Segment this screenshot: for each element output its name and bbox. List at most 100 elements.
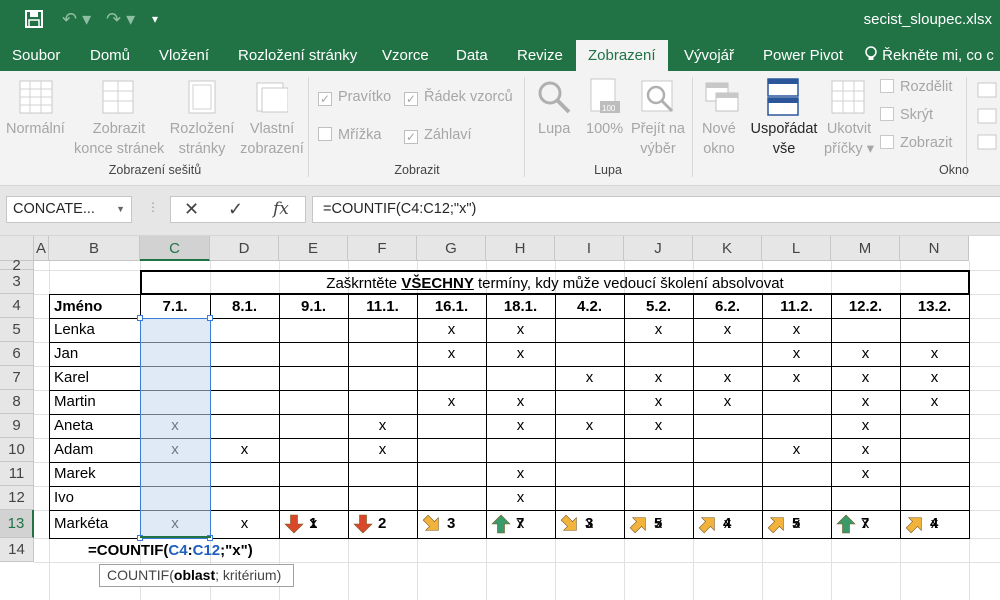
zoom-to-selection-button[interactable]: Přejít na výběr bbox=[626, 119, 690, 159]
mark-cell[interactable] bbox=[348, 366, 418, 391]
mark-cell[interactable]: x bbox=[210, 510, 280, 539]
mark-cell[interactable]: x bbox=[762, 366, 832, 391]
normal-view-button[interactable]: Normální bbox=[6, 119, 65, 139]
person-name[interactable]: Marek bbox=[49, 462, 141, 487]
mark-cell[interactable] bbox=[417, 414, 487, 439]
mark-cell[interactable] bbox=[900, 438, 970, 463]
mark-cell[interactable] bbox=[210, 390, 280, 415]
row-header-2[interactable]: 2 bbox=[0, 258, 34, 273]
column-header-k[interactable]: K bbox=[693, 236, 762, 261]
undo-icon[interactable]: ↶ ▾ bbox=[62, 9, 91, 30]
mark-cell[interactable] bbox=[279, 390, 349, 415]
header-date[interactable]: 5.2. bbox=[624, 294, 694, 319]
arrange-all-button[interactable]: Uspořádat vše bbox=[746, 119, 822, 159]
column-header-l[interactable]: L bbox=[762, 236, 831, 261]
column-header-m[interactable]: M bbox=[831, 236, 900, 261]
customize-qat-icon[interactable]: ▾ bbox=[152, 12, 158, 26]
mark-cell[interactable] bbox=[210, 486, 280, 511]
mark-cell[interactable] bbox=[762, 390, 832, 415]
mark-cell[interactable]: x bbox=[555, 366, 625, 391]
person-name[interactable]: Martin bbox=[49, 390, 141, 415]
column-header-n[interactable]: N bbox=[900, 236, 969, 261]
row-header-4[interactable]: 4 bbox=[0, 294, 34, 318]
editing-cell-formula[interactable]: =COUNTIF(C4:C12;"x") bbox=[88, 542, 253, 559]
person-name[interactable]: Ivo bbox=[49, 486, 141, 511]
mark-cell[interactable]: x bbox=[831, 366, 901, 391]
enter-icon[interactable]: ✓ bbox=[228, 199, 243, 220]
person-name[interactable]: Jan bbox=[49, 342, 141, 367]
mark-cell[interactable] bbox=[693, 462, 763, 487]
tooltip-active-arg[interactable]: oblast bbox=[174, 567, 215, 583]
header-date[interactable]: 9.1. bbox=[279, 294, 349, 319]
mark-cell[interactable]: x bbox=[417, 318, 487, 343]
mark-cell[interactable] bbox=[762, 486, 832, 511]
mark-cell[interactable]: x bbox=[624, 318, 694, 343]
mark-cell[interactable]: x bbox=[486, 414, 556, 439]
zoom-100-button[interactable]: 100% bbox=[586, 119, 623, 139]
mark-cell[interactable]: x bbox=[831, 390, 901, 415]
mark-cell[interactable]: x bbox=[486, 486, 556, 511]
mark-cell[interactable] bbox=[762, 462, 832, 487]
column-header-a[interactable]: A bbox=[34, 236, 49, 261]
unhide-button[interactable]: Zobrazit bbox=[880, 135, 952, 151]
header-date[interactable]: 11.2. bbox=[762, 294, 832, 319]
person-name[interactable]: Karel bbox=[49, 366, 141, 391]
header-date[interactable]: 11.1. bbox=[348, 294, 418, 319]
chevron-down-icon[interactable]: ▼ bbox=[116, 197, 125, 222]
mark-cell[interactable] bbox=[417, 438, 487, 463]
mark-cell[interactable] bbox=[555, 342, 625, 367]
tab-vyvojar[interactable]: Vývojář bbox=[672, 40, 746, 71]
mark-cell[interactable]: x bbox=[417, 390, 487, 415]
row-header-9[interactable]: 9 bbox=[0, 414, 34, 438]
custom-views-button[interactable]: Vlastní zobrazení bbox=[238, 119, 306, 159]
zoom-button[interactable]: Lupa bbox=[538, 119, 570, 139]
row-header-3[interactable]: 3 bbox=[0, 270, 34, 294]
selection-handle[interactable] bbox=[207, 315, 213, 321]
mark-cell[interactable] bbox=[279, 462, 349, 487]
row-header-14[interactable]: 14 bbox=[0, 538, 34, 562]
tab-vzorce[interactable]: Vzorce bbox=[370, 40, 441, 71]
mark-cell[interactable]: x bbox=[693, 366, 763, 391]
mark-cell[interactable] bbox=[900, 414, 970, 439]
mark-cell[interactable] bbox=[555, 462, 625, 487]
column-header-c[interactable]: C bbox=[140, 236, 210, 261]
mark-cell[interactable] bbox=[279, 438, 349, 463]
mark-cell[interactable] bbox=[762, 414, 832, 439]
mark-cell[interactable] bbox=[900, 318, 970, 343]
mark-cell[interactable] bbox=[417, 486, 487, 511]
mark-cell[interactable]: x bbox=[762, 318, 832, 343]
formula-bar-checkbox[interactable]: ✓ Řádek vzorců bbox=[404, 89, 513, 106]
person-name[interactable]: Aneta bbox=[49, 414, 141, 439]
header-date[interactable]: 7.1. bbox=[140, 294, 211, 319]
tab-domu[interactable]: Domů bbox=[78, 40, 142, 71]
row-header-10[interactable]: 10 bbox=[0, 438, 34, 462]
row-header-11[interactable]: 11 bbox=[0, 462, 34, 486]
mark-cell[interactable] bbox=[693, 486, 763, 511]
view-side-by-side-icon[interactable] bbox=[976, 81, 1000, 166]
mark-cell[interactable]: x bbox=[831, 342, 901, 367]
mark-cell[interactable]: x bbox=[831, 414, 901, 439]
header-date[interactable]: 8.1. bbox=[210, 294, 280, 319]
row-header-8[interactable]: 8 bbox=[0, 390, 34, 414]
mark-cell[interactable] bbox=[624, 342, 694, 367]
mark-cell[interactable]: x bbox=[831, 438, 901, 463]
new-window-button[interactable]: Nové okno bbox=[702, 119, 736, 159]
mark-cell[interactable]: x bbox=[693, 318, 763, 343]
mark-cell[interactable] bbox=[900, 462, 970, 487]
row-header-6[interactable]: 6 bbox=[0, 342, 34, 366]
mark-cell[interactable] bbox=[279, 318, 349, 343]
row-header-7[interactable]: 7 bbox=[0, 366, 34, 390]
column-header-g[interactable]: G bbox=[417, 236, 486, 261]
sheet-title-cell[interactable]: Zaškrntěte VŠECHNY termíny, kdy může ved… bbox=[140, 270, 970, 295]
selection-handle[interactable] bbox=[137, 315, 143, 321]
mark-cell[interactable] bbox=[693, 414, 763, 439]
page-layout-button[interactable]: Rozložení stránky bbox=[166, 119, 238, 159]
split-button[interactable]: Rozdělit bbox=[880, 79, 952, 95]
tab-revize[interactable]: Revize bbox=[505, 40, 575, 71]
ruler-checkbox[interactable]: ✓ Pravítko bbox=[318, 89, 391, 106]
mark-cell[interactable] bbox=[624, 438, 694, 463]
column-header-e[interactable]: E bbox=[279, 236, 348, 261]
name-box[interactable]: CONCATE... ▼ bbox=[6, 196, 132, 223]
tab-zobrazeni[interactable]: Zobrazení bbox=[576, 40, 668, 71]
mark-cell[interactable] bbox=[900, 486, 970, 511]
